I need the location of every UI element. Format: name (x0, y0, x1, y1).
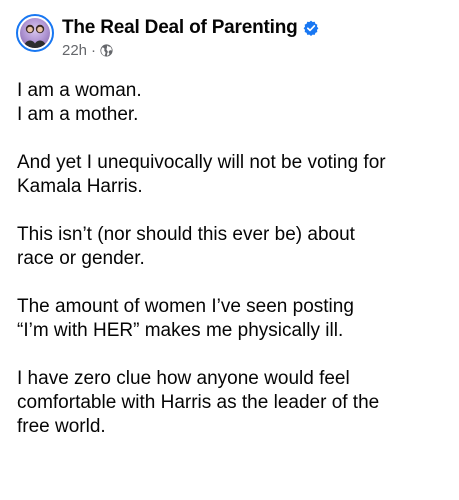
post-text-line: race or gender. (17, 248, 145, 269)
post-text-line: This isn’t (nor should this ever be) abo… (17, 224, 355, 245)
post-text-line: I have zero clue how anyone would feel (17, 368, 350, 389)
post-header: The Real Deal of Parenting 22h · (16, 14, 319, 59)
author-row: The Real Deal of Parenting (62, 16, 319, 40)
facebook-post: The Real Deal of Parenting 22h · I am a … (0, 0, 459, 500)
page-avatar[interactable] (16, 14, 54, 52)
post-paragraph: And yet I unequivocally will not be voti… (17, 151, 447, 199)
post-text-line: free world. (17, 416, 106, 437)
post-body-text: I am a woman. I am a mother. And yet I une… (17, 79, 447, 463)
verified-badge-icon (303, 20, 319, 36)
avatar-figures-icon (24, 24, 46, 48)
post-meta: The Real Deal of Parenting 22h · (62, 16, 319, 59)
page-name-link[interactable]: The Real Deal of Parenting (62, 17, 298, 39)
separator-dot: · (91, 42, 97, 59)
post-text-line: I am a woman. (17, 80, 142, 101)
post-paragraph: I have zero clue how anyone would feel co… (17, 367, 447, 439)
post-paragraph: The amount of women I’ve seen posting “I’… (17, 295, 447, 343)
post-text-line: I am a mother. (17, 104, 139, 125)
post-paragraph: This isn’t (nor should this ever be) abo… (17, 223, 447, 271)
post-text-line: The amount of women I’ve seen posting (17, 296, 354, 317)
post-text-line: “I’m with HER” makes me physically ill. (17, 320, 344, 341)
globe-icon[interactable] (100, 44, 113, 57)
post-subline: 22h · (62, 42, 319, 59)
avatar-image (20, 18, 50, 48)
post-timestamp[interactable]: 22h (62, 42, 87, 59)
post-paragraph: I am a woman. I am a mother. (17, 79, 447, 127)
post-text-line: Kamala Harris. (17, 176, 143, 197)
post-text-line: And yet I unequivocally will not be voti… (17, 152, 386, 173)
post-text-line: comfortable with Harris as the leader of… (17, 392, 380, 413)
